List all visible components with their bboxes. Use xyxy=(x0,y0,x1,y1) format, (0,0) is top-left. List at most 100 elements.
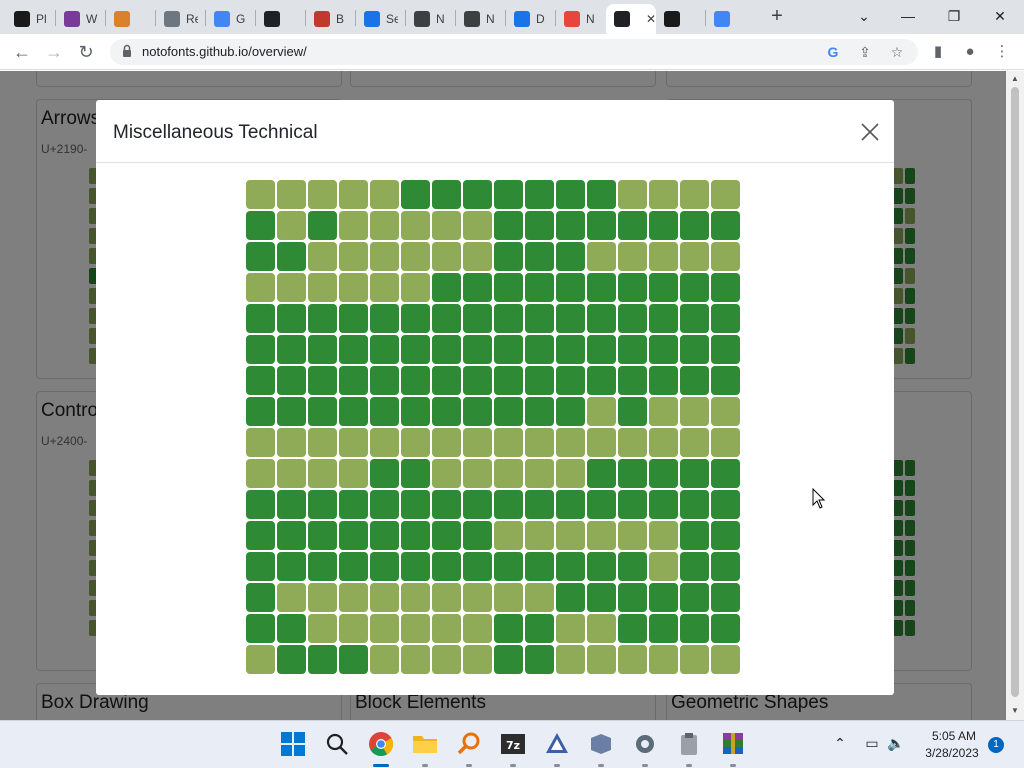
codepoint-cell[interactable] xyxy=(525,614,554,643)
codepoint-cell[interactable] xyxy=(711,614,740,643)
codepoint-cell[interactable] xyxy=(618,459,647,488)
codepoint-cell[interactable] xyxy=(525,428,554,457)
codepoint-cell[interactable] xyxy=(649,273,678,302)
address-bar[interactable]: notofonts.github.io/overview/ G ⇪ ☆ xyxy=(110,39,918,65)
codepoint-cell[interactable] xyxy=(649,335,678,364)
codepoint-cell[interactable] xyxy=(587,242,616,271)
codepoint-cell[interactable] xyxy=(339,645,368,674)
codepoint-cell[interactable] xyxy=(680,304,709,333)
bookmark-star-icon[interactable]: ☆ xyxy=(888,43,906,61)
codepoint-cell[interactable] xyxy=(370,459,399,488)
codepoint-cell[interactable] xyxy=(618,428,647,457)
codepoint-cell[interactable] xyxy=(556,521,585,550)
codepoint-cell[interactable] xyxy=(246,397,275,426)
codepoint-cell[interactable] xyxy=(308,242,337,271)
codepoint-cell[interactable] xyxy=(618,614,647,643)
codepoint-cell[interactable] xyxy=(339,428,368,457)
codepoint-cell[interactable] xyxy=(246,490,275,519)
codepoint-cell[interactable] xyxy=(432,397,461,426)
codepoint-cell[interactable] xyxy=(556,366,585,395)
back-button[interactable]: ← xyxy=(10,40,34,64)
codepoint-cell[interactable] xyxy=(432,366,461,395)
7zip-icon[interactable]: 7z xyxy=(500,731,526,757)
codepoint-cell[interactable] xyxy=(618,304,647,333)
codepoint-cell[interactable] xyxy=(370,521,399,550)
menu-kebab-icon[interactable]: ⋮ xyxy=(990,40,1014,64)
codepoint-cell[interactable] xyxy=(525,521,554,550)
codepoint-cell[interactable] xyxy=(525,490,554,519)
codepoint-cell[interactable] xyxy=(711,273,740,302)
codepoint-cell[interactable] xyxy=(308,645,337,674)
codepoint-cell[interactable] xyxy=(463,459,492,488)
codepoint-cell[interactable] xyxy=(370,428,399,457)
codepoint-cell[interactable] xyxy=(401,211,430,240)
codepoint-cell[interactable] xyxy=(308,459,337,488)
codepoint-cell[interactable] xyxy=(370,335,399,364)
codepoint-cell[interactable] xyxy=(711,242,740,271)
codepoint-cell[interactable] xyxy=(370,614,399,643)
codepoint-cell[interactable] xyxy=(246,552,275,581)
codepoint-cell[interactable] xyxy=(494,242,523,271)
codepoint-cell[interactable] xyxy=(277,273,306,302)
codepoint-cell[interactable] xyxy=(370,366,399,395)
codepoint-cell[interactable] xyxy=(556,273,585,302)
codepoint-cell[interactable] xyxy=(711,459,740,488)
notification-badge[interactable]: 1 xyxy=(988,737,1004,753)
profile-avatar-icon[interactable]: ● xyxy=(958,40,982,64)
codepoint-cell[interactable] xyxy=(649,459,678,488)
reload-button[interactable]: ↻ xyxy=(74,40,98,64)
codepoint-cell[interactable] xyxy=(711,428,740,457)
codepoint-cell[interactable] xyxy=(525,211,554,240)
codepoint-cell[interactable] xyxy=(463,273,492,302)
codepoint-cell[interactable] xyxy=(277,552,306,581)
codepoint-cell[interactable] xyxy=(680,490,709,519)
codepoint-cell[interactable] xyxy=(246,366,275,395)
codepoint-cell[interactable] xyxy=(649,428,678,457)
xml-editor-icon[interactable] xyxy=(588,731,614,757)
codepoint-cell[interactable] xyxy=(432,335,461,364)
browser-tab[interactable]: Pl xyxy=(6,4,54,34)
search-icon[interactable] xyxy=(324,731,350,757)
inkscape-icon[interactable] xyxy=(544,731,570,757)
codepoint-cell[interactable] xyxy=(587,428,616,457)
codepoint-cell[interactable] xyxy=(277,242,306,271)
forward-button[interactable]: → xyxy=(42,40,66,64)
codepoint-cell[interactable] xyxy=(711,366,740,395)
codepoint-cell[interactable] xyxy=(587,490,616,519)
winrar-icon[interactable] xyxy=(720,731,746,757)
codepoint-cell[interactable] xyxy=(494,490,523,519)
codepoint-cell[interactable] xyxy=(277,521,306,550)
codepoint-cell[interactable] xyxy=(401,428,430,457)
codepoint-cell[interactable] xyxy=(711,397,740,426)
codepoint-cell[interactable] xyxy=(463,490,492,519)
close-tab-icon[interactable]: ✕ xyxy=(646,12,656,26)
codepoint-cell[interactable] xyxy=(308,428,337,457)
codepoint-cell[interactable] xyxy=(525,397,554,426)
codepoint-cell[interactable] xyxy=(246,180,275,209)
codepoint-cell[interactable] xyxy=(525,242,554,271)
codepoint-cell[interactable] xyxy=(618,583,647,612)
codepoint-cell[interactable] xyxy=(587,645,616,674)
codepoint-cell[interactable] xyxy=(463,211,492,240)
codepoint-cell[interactable] xyxy=(556,583,585,612)
codepoint-cell[interactable] xyxy=(680,645,709,674)
codepoint-cell[interactable] xyxy=(556,211,585,240)
codepoint-cell[interactable] xyxy=(494,583,523,612)
codepoint-cell[interactable] xyxy=(556,335,585,364)
clipboard-app-icon[interactable] xyxy=(676,731,702,757)
codepoint-cell[interactable] xyxy=(463,552,492,581)
browser-tab[interactable]: Se xyxy=(356,4,404,34)
codepoint-cell[interactable] xyxy=(494,366,523,395)
browser-tab[interactable]: B xyxy=(306,4,354,34)
codepoint-cell[interactable] xyxy=(587,521,616,550)
browser-tab[interactable]: G xyxy=(206,4,254,34)
codepoint-cell[interactable] xyxy=(370,180,399,209)
codepoint-cell[interactable] xyxy=(339,273,368,302)
codepoint-cell[interactable] xyxy=(277,490,306,519)
codepoint-cell[interactable] xyxy=(587,552,616,581)
codepoint-cell[interactable] xyxy=(680,242,709,271)
codepoint-cell[interactable] xyxy=(618,490,647,519)
browser-tab[interactable]: ✕ xyxy=(606,4,656,34)
codepoint-cell[interactable] xyxy=(277,180,306,209)
volume-icon[interactable]: 🔈 xyxy=(886,735,906,752)
